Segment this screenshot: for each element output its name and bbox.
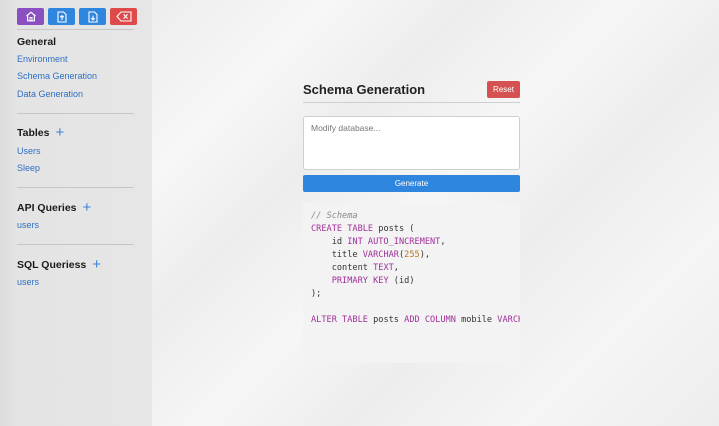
code-token: (id) bbox=[388, 276, 415, 286]
section-heading-label: General bbox=[17, 36, 57, 48]
sidebar: General Environment Schema Generation Da… bbox=[0, 0, 152, 426]
code-line: CREATE TABLE posts ( bbox=[311, 223, 512, 236]
toolbar bbox=[17, 8, 137, 25]
code-line: // Schema bbox=[311, 210, 512, 223]
code-token: ), bbox=[419, 250, 431, 260]
code-token: INT AUTO_INCREMENT bbox=[347, 237, 441, 247]
code-token: posts ( bbox=[373, 224, 415, 234]
code-token: mobile bbox=[455, 315, 498, 325]
section-heading-sql-queries: SQL Queriess + bbox=[17, 257, 101, 272]
divider bbox=[17, 187, 134, 188]
code-line: PRIMARY KEY (id) bbox=[311, 275, 512, 288]
home-icon bbox=[25, 11, 36, 22]
section-heading-label: API Queries bbox=[17, 202, 77, 214]
reset-button[interactable]: Reset bbox=[487, 81, 520, 98]
clear-icon bbox=[115, 11, 132, 22]
divider bbox=[17, 244, 134, 245]
code-token: VARCHAR bbox=[497, 315, 520, 325]
sidebar-item-users[interactable]: Users bbox=[17, 146, 41, 156]
generate-button[interactable]: Generate bbox=[303, 175, 520, 192]
code-token: content bbox=[311, 263, 374, 273]
code-line: title VARCHAR(255), bbox=[311, 249, 512, 262]
code-token: VARCHAR bbox=[362, 250, 399, 260]
file-upload-icon bbox=[56, 10, 67, 23]
code-token: CREATE TABLE bbox=[311, 224, 374, 234]
code-token: ALTER TABLE bbox=[311, 315, 368, 325]
sidebar-item-sleep[interactable]: Sleep bbox=[17, 163, 40, 173]
sidebar-item-schema-generation[interactable]: Schema Generation bbox=[17, 71, 97, 81]
clear-button[interactable] bbox=[110, 8, 137, 25]
code-token: PRIMARY KEY bbox=[331, 276, 389, 286]
code-token: posts bbox=[367, 315, 405, 325]
code-line: content TEXT, bbox=[311, 262, 512, 275]
divider bbox=[303, 102, 520, 103]
section-heading-api-queries: API Queries + bbox=[17, 200, 92, 215]
code-line: id INT AUTO_INCREMENT, bbox=[311, 236, 512, 249]
download-button[interactable] bbox=[79, 8, 106, 25]
add-sql-query-icon[interactable]: + bbox=[92, 257, 101, 272]
modify-database-input[interactable] bbox=[303, 116, 520, 170]
section-heading-tables: Tables + bbox=[17, 125, 64, 140]
code-token: id bbox=[311, 237, 348, 247]
code-token: TEXT bbox=[373, 263, 394, 273]
page-title: Schema Generation bbox=[303, 82, 426, 97]
add-table-icon[interactable]: + bbox=[55, 125, 64, 140]
code-token: ); bbox=[311, 289, 322, 299]
code-token: // Schema bbox=[311, 211, 358, 221]
schema-code-block: // Schema CREATE TABLE posts ( id INT AUT… bbox=[303, 203, 520, 363]
code-token: , bbox=[393, 263, 399, 273]
code-token: ADD COLUMN bbox=[404, 315, 456, 325]
code-line: ALTER TABLE posts ADD COLUMN mobile VARC… bbox=[311, 314, 520, 327]
upload-button[interactable] bbox=[48, 8, 75, 25]
code-token: title bbox=[311, 250, 363, 260]
sidebar-item-api-users[interactable]: users bbox=[17, 220, 39, 230]
code-token: , bbox=[440, 237, 446, 247]
section-heading-label: SQL Queriess bbox=[17, 259, 87, 271]
add-api-query-icon[interactable]: + bbox=[83, 200, 92, 215]
code-token: 255 bbox=[404, 250, 420, 260]
divider bbox=[17, 113, 134, 114]
sidebar-item-data-generation[interactable]: Data Generation bbox=[17, 89, 83, 99]
code-line bbox=[311, 301, 512, 314]
sidebar-item-sql-users[interactable]: users bbox=[17, 277, 39, 287]
file-download-icon bbox=[87, 10, 98, 23]
home-button[interactable] bbox=[17, 8, 44, 25]
divider bbox=[17, 29, 134, 30]
section-heading-general: General bbox=[17, 36, 56, 48]
code-line: ); bbox=[311, 288, 512, 301]
sidebar-item-environment[interactable]: Environment bbox=[17, 54, 68, 64]
section-heading-label: Tables bbox=[17, 127, 50, 139]
